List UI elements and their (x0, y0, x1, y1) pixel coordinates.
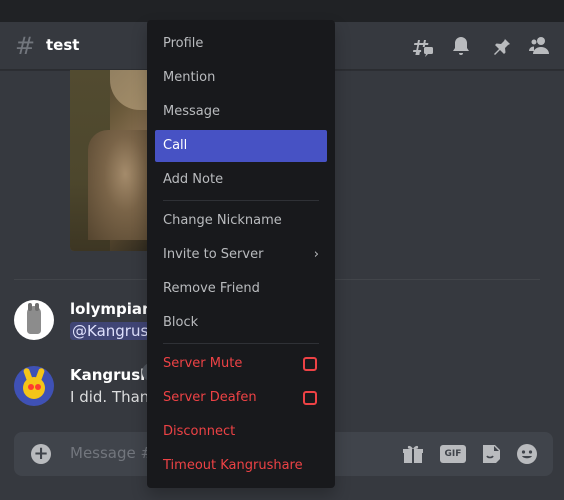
emoji-icon[interactable] (515, 442, 539, 466)
menu-item-call[interactable]: Call (155, 130, 327, 162)
members-icon[interactable] (528, 34, 552, 58)
server-deafen-checkbox[interactable] (303, 391, 317, 405)
image-shape (88, 130, 150, 240)
avatar-eye (35, 384, 41, 390)
menu-item-remove-friend[interactable]: Remove Friend (155, 273, 327, 305)
menu-item-change-nickname[interactable]: Change Nickname (155, 205, 327, 237)
plus-icon[interactable]: + (31, 444, 51, 464)
menu-item-profile[interactable]: Profile (155, 28, 327, 60)
avatar[interactable] (14, 300, 54, 340)
user-context-menu: Profile Mention Message Call Add Note Ch… (147, 20, 335, 488)
avatar-ear (35, 303, 39, 311)
image-attachment[interactable] (70, 70, 150, 251)
server-mute-checkbox[interactable] (303, 357, 317, 371)
avatar-face (23, 377, 45, 399)
gif-icon[interactable]: GIF (440, 445, 466, 463)
pin-icon[interactable] (489, 34, 513, 58)
menu-item-block[interactable]: Block (155, 307, 327, 339)
window-titlebar (0, 0, 564, 22)
bell-icon[interactable] (449, 34, 473, 58)
menu-item-label: Server Deafen (163, 390, 257, 405)
sticker-icon[interactable] (479, 442, 503, 466)
menu-item-label: Invite to Server (163, 247, 264, 262)
channel-name: test (46, 36, 80, 54)
menu-separator (163, 343, 319, 344)
avatar[interactable] (14, 366, 54, 406)
menu-item-disconnect[interactable]: Disconnect (155, 416, 327, 448)
message-input[interactable]: Message #t (70, 444, 159, 462)
menu-item-mention[interactable]: Mention (155, 62, 327, 94)
gift-icon[interactable] (401, 442, 425, 466)
menu-item-label: Server Mute (163, 356, 243, 371)
menu-item-add-note[interactable]: Add Note (155, 164, 327, 196)
author-name[interactable]: lolympian (70, 300, 153, 318)
menu-item-timeout[interactable]: Timeout Kangrushare (155, 450, 327, 482)
menu-item-server-deafen[interactable]: Server Deafen (155, 382, 327, 414)
menu-separator (163, 200, 319, 201)
image-shape (110, 70, 150, 110)
avatar-eye (28, 384, 34, 390)
menu-item-message[interactable]: Message (155, 96, 327, 128)
menu-item-server-mute[interactable]: Server Mute (155, 348, 327, 380)
threads-icon[interactable] (410, 34, 434, 58)
channel-hash-icon: # (15, 32, 36, 60)
message-content: I did. Thank (70, 388, 158, 406)
chevron-right-icon: › (313, 247, 319, 262)
avatar-ear (28, 303, 32, 311)
menu-item-invite-to-server[interactable]: Invite to Server › (155, 239, 327, 271)
